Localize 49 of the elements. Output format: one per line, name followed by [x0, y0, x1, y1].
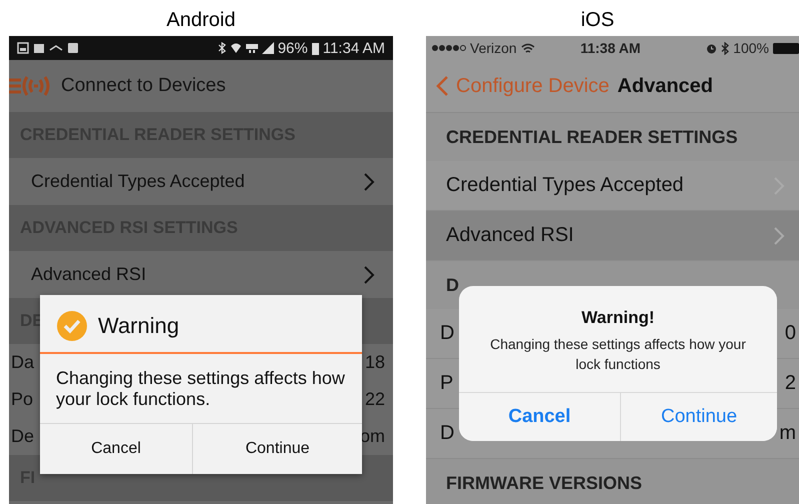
picture-icon — [17, 42, 29, 54]
carrier: Verizon — [470, 40, 517, 56]
dialog-title: Warning — [98, 313, 180, 339]
row-label: Po — [11, 389, 34, 410]
battery-percent: 100% — [733, 40, 769, 56]
chevron-right-icon — [363, 264, 375, 284]
wifi-icon — [230, 42, 242, 54]
clock: 11:38 AM — [580, 40, 641, 56]
row-label: De — [11, 426, 34, 447]
list-row[interactable]: Advanced RSI — [426, 211, 799, 261]
row-label: Advanced RSI — [446, 224, 574, 247]
chevron-right-icon — [363, 172, 375, 192]
battery-icon — [312, 42, 319, 54]
row-label: Credential Types Accepted — [446, 174, 684, 197]
section-title: FIRMWARE VERSIONS — [446, 472, 642, 494]
caption: Android — [166, 8, 236, 32]
cancel-button[interactable]: Cancel — [40, 424, 193, 474]
row-label: Advanced RSI — [31, 264, 146, 285]
row-label: Credential Types Accepted — [31, 171, 245, 192]
bluetooth-icon — [721, 42, 730, 54]
alarm-clock-icon — [706, 42, 718, 54]
row-value: 18 — [364, 352, 385, 373]
battery-percent: 96% — [278, 40, 308, 56]
signal-dots-icon — [432, 44, 466, 52]
continue-button[interactable]: Continue — [193, 424, 362, 474]
bluetooth-icon — [218, 42, 226, 54]
caption: iOS — [580, 8, 616, 32]
row-label: D — [440, 322, 454, 345]
row-value: m — [779, 422, 796, 445]
chevron-left-icon — [436, 75, 449, 97]
section-title: CREDENTIAL READER SETTINGS — [446, 126, 738, 148]
section-title: D — [446, 274, 459, 296]
checkmark-icon — [56, 310, 88, 342]
battery-icon — [772, 42, 799, 54]
row-value: 0 — [784, 322, 796, 345]
signal-icon — [262, 42, 274, 54]
dialog-title: Warning! — [581, 308, 655, 328]
wifi-icon — [520, 42, 535, 54]
lte-icon — [246, 42, 258, 54]
row-label: P — [440, 372, 454, 395]
clock: 11:34 AM — [322, 40, 385, 56]
row-value: 22 — [364, 389, 385, 410]
row-label: D — [440, 422, 454, 445]
toolbar-title: Connect to Devices — [61, 75, 226, 97]
nav-title: Advanced — [617, 74, 714, 98]
row-label: Da — [11, 352, 34, 373]
cancel-button[interactable]: Cancel — [459, 393, 621, 441]
chevron-right-icon — [773, 226, 785, 246]
row-value: 2 — [784, 372, 796, 395]
